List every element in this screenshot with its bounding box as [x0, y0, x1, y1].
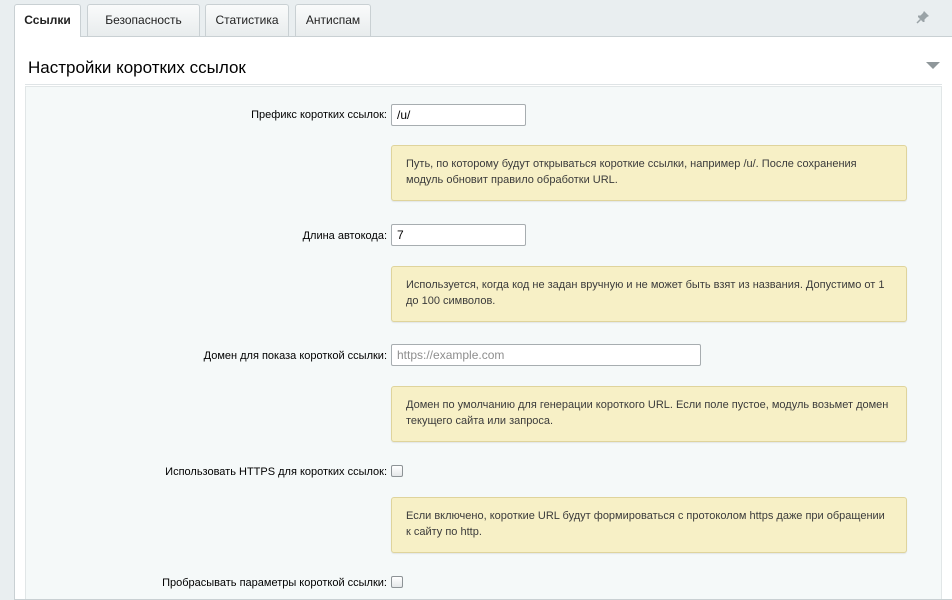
- triangle-down-icon[interactable]: [926, 62, 940, 69]
- prefix-hint: Путь, по которому будут открываться коро…: [391, 145, 907, 201]
- form-area: Префикс коротких ссылок: Путь, по которо…: [25, 86, 942, 599]
- tab-antispam[interactable]: Антиспам: [295, 4, 371, 36]
- tab-links[interactable]: Ссылки: [14, 4, 81, 37]
- use-https-hint: Если включено, короткие URL будут формир…: [391, 497, 907, 553]
- section-title: Настройки коротких ссылок: [28, 58, 246, 77]
- settings-panel: Настройки коротких ссылок Префикс коротк…: [14, 36, 952, 600]
- forward-params-label: Пробрасывать параметры короткой ссылки:: [162, 577, 387, 589]
- forward-params-checkbox[interactable]: [391, 576, 403, 588]
- divider: [25, 84, 942, 85]
- autocode-length-input[interactable]: [391, 224, 526, 246]
- prefix-input[interactable]: [391, 104, 526, 126]
- domain-label: Домен для показа короткой ссылки:: [203, 350, 387, 362]
- tab-security[interactable]: Безопасность: [87, 4, 200, 36]
- use-https-label: Использовать HTTPS для коротких ссылок:: [165, 466, 387, 478]
- use-https-checkbox[interactable]: [391, 465, 403, 477]
- autocode-length-label: Длина автокода:: [302, 230, 387, 242]
- autocode-length-hint: Используется, когда код не задан вручную…: [391, 266, 907, 322]
- pin-icon[interactable]: [916, 10, 930, 24]
- prefix-label: Префикс коротких ссылок:: [251, 109, 387, 121]
- domain-input[interactable]: [391, 344, 701, 366]
- domain-hint: Домен по умолчанию для генерации коротко…: [391, 386, 907, 442]
- tab-statistics[interactable]: Статистика: [205, 4, 289, 36]
